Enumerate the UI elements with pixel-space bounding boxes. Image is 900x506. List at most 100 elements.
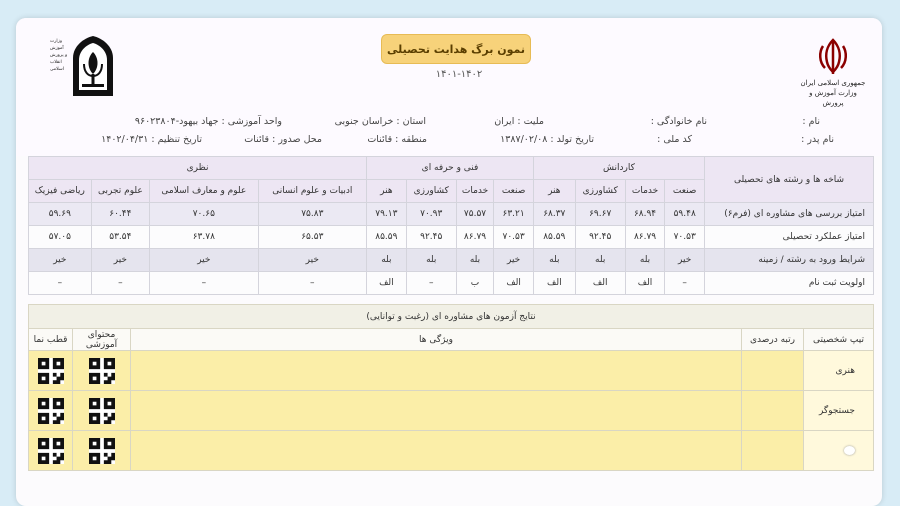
traits-cell [130, 390, 742, 431]
priority-cell: – [664, 271, 705, 295]
results-caption: نتایج آزمون های مشاوره ای (رغبت و توانای… [28, 304, 874, 329]
status-cell: خیر [493, 248, 534, 272]
score-cell: ۶۹.۶۷ [574, 202, 626, 226]
compass-qr-cell[interactable] [28, 430, 73, 471]
nationality: ملیت : ایران [494, 116, 544, 127]
priority-cell: – [405, 271, 457, 295]
pointer-dot-icon [844, 445, 855, 455]
qr-code-icon[interactable] [88, 357, 115, 384]
province: استان : خراسان جنوبی [334, 116, 426, 127]
corner-header: شاخه ها و رشته های تحصیلی [704, 156, 874, 203]
education-logo-text: وزارت آموزش و پرورش انقلاب اسلامی [50, 39, 68, 72]
personality-type: هنری [803, 350, 874, 391]
personality-type [803, 430, 874, 471]
table-row: شرایط ورود به رشته / زمینه خیر بله بله ب… [28, 248, 874, 272]
tulip-arch-icon [73, 36, 113, 96]
col-header: علوم تجربی [90, 179, 151, 203]
compass-qr-cell[interactable] [28, 390, 73, 431]
ministry-logo: جمهوری اسلامی ایران وزارت آموزش و پرورش [798, 36, 868, 116]
score-cell: ۵۷.۰۵ [28, 225, 92, 249]
score-cell: ۸۵.۵۹ [532, 225, 576, 249]
qr-code-icon[interactable] [37, 357, 64, 384]
student-name: نام : [802, 116, 820, 127]
status-cell: بله [624, 248, 666, 272]
score-cell: ۷۰.۶۵ [149, 202, 259, 226]
col-header: محتوای آموزشی [72, 328, 131, 351]
score-cell: ۶۳.۷۸ [149, 225, 259, 249]
col-header: کشاورزی [405, 179, 457, 203]
score-cell: ۷۰.۵۳ [493, 225, 534, 249]
qr-code-icon[interactable] [88, 437, 115, 464]
score-cell: ۸۶.۷۹ [455, 225, 495, 249]
priority-cell: – [257, 271, 368, 295]
counseling-results-table: نتایج آزمون های مشاوره ای (رغبت و توانای… [28, 304, 874, 471]
col-header: ادبیات و علوم انسانی [257, 179, 368, 203]
score-cell: ۸۶.۷۹ [624, 225, 666, 249]
table-row: امتیاز عملکرد تحصیلی ۷۰.۵۳ ۸۶.۷۹ ۹۲.۴۵ ۸… [28, 225, 874, 249]
table-row [28, 430, 874, 471]
father-name: نام پدر : [801, 134, 834, 145]
score-cell: ۷۵.۵۷ [455, 202, 495, 226]
birth-date: تاریخ تولد : ۱۳۸۷/۰۲/۰۸ [500, 134, 594, 145]
content-qr-cell[interactable] [72, 430, 131, 471]
content-qr-cell[interactable] [72, 390, 131, 431]
qr-code-icon[interactable] [37, 437, 64, 464]
score-cell: ۷۰.۹۳ [405, 202, 457, 226]
table-row: امتیاز بررسی های مشاوره ای (فرم۶) ۵۹.۴۸ … [28, 202, 874, 226]
col-header: خدمات [455, 179, 495, 203]
student-family: نام خانوادگی : [650, 116, 707, 127]
results-caption-row: نتایج آزمون های مشاوره ای (رغبت و توانای… [28, 304, 874, 329]
col-header: قطب نما [28, 328, 73, 351]
status-cell: خیر [28, 248, 92, 272]
col-header: کشاورزی [574, 179, 626, 203]
status-cell: بله [574, 248, 626, 272]
traits-cell [130, 430, 742, 471]
score-cell: ۶۸.۹۴ [624, 202, 666, 226]
qr-code-icon[interactable] [37, 397, 64, 424]
row-label: اولویت ثبت نام [704, 271, 874, 295]
set-date: تاریخ تنظیم : ۱۴۰۲/۰۴/۳۱ [101, 134, 202, 145]
group-kardanesh: کاردانش [532, 156, 706, 180]
col-header: علوم و معارف اسلامی [149, 179, 259, 203]
score-cell: ۸۵.۵۹ [366, 225, 407, 249]
score-cell: ۶۳.۲۱ [493, 202, 534, 226]
priority-cell: الف [493, 271, 534, 295]
compass-qr-cell[interactable] [28, 350, 73, 391]
region: منطقه : قائنات [367, 134, 427, 145]
guidance-form-sheet: نمون برگ هدایت تحصیلی ۱۴۰۱-۱۴۰۲ جمهوری ا… [16, 18, 882, 506]
group-fanni: فنی و حرفه ای [366, 156, 534, 180]
priority-cell: الف [366, 271, 407, 295]
results-header-row: تیپ شخصیتی رتبه درصدی ویژگی ها محتوای آم… [28, 328, 874, 351]
priority-cell: – [28, 271, 92, 295]
status-cell: خیر [149, 248, 259, 272]
row-label: شرایط ورود به رشته / زمینه [704, 248, 874, 272]
percentile-cell [741, 430, 804, 471]
priority-cell: – [149, 271, 259, 295]
col-header: خدمات [624, 179, 666, 203]
status-cell: بله [405, 248, 457, 272]
content-qr-cell[interactable] [72, 350, 131, 391]
personality-type: جستجوگر [803, 390, 874, 431]
score-cell: ۷۰.۵۳ [664, 225, 705, 249]
priority-cell: الف [532, 271, 576, 295]
status-cell: خیر [257, 248, 368, 272]
status-cell: بله [366, 248, 407, 272]
col-header: تیپ شخصیتی [803, 328, 874, 351]
priority-cell: الف [574, 271, 626, 295]
col-header: هنر [532, 179, 576, 203]
score-cell: ۵۹.۶۹ [28, 202, 92, 226]
row-label: امتیاز بررسی های مشاوره ای (فرم۶) [704, 202, 874, 226]
form-header: نمون برگ هدایت تحصیلی ۱۴۰۱-۱۴۰۲ جمهوری ا… [16, 18, 882, 156]
priority-cell: – [90, 271, 151, 295]
score-cell: ۷۵.۸۳ [257, 202, 368, 226]
qr-code-icon[interactable] [88, 397, 115, 424]
group-header-row: شاخه ها و رشته های تحصیلی کاردانش فنی و … [27, 156, 874, 203]
ministry-logo-line: وزارت آموزش و پرورش [809, 89, 857, 107]
score-cell: ۹۲.۴۵ [405, 225, 457, 249]
status-cell: بله [455, 248, 495, 272]
priority-cell: الف [624, 271, 666, 295]
traits-cell [130, 350, 742, 391]
score-cell: ۶۸.۳۷ [532, 202, 576, 226]
col-header: صنعت [493, 179, 534, 203]
table-row: جستجوگر [28, 390, 874, 431]
